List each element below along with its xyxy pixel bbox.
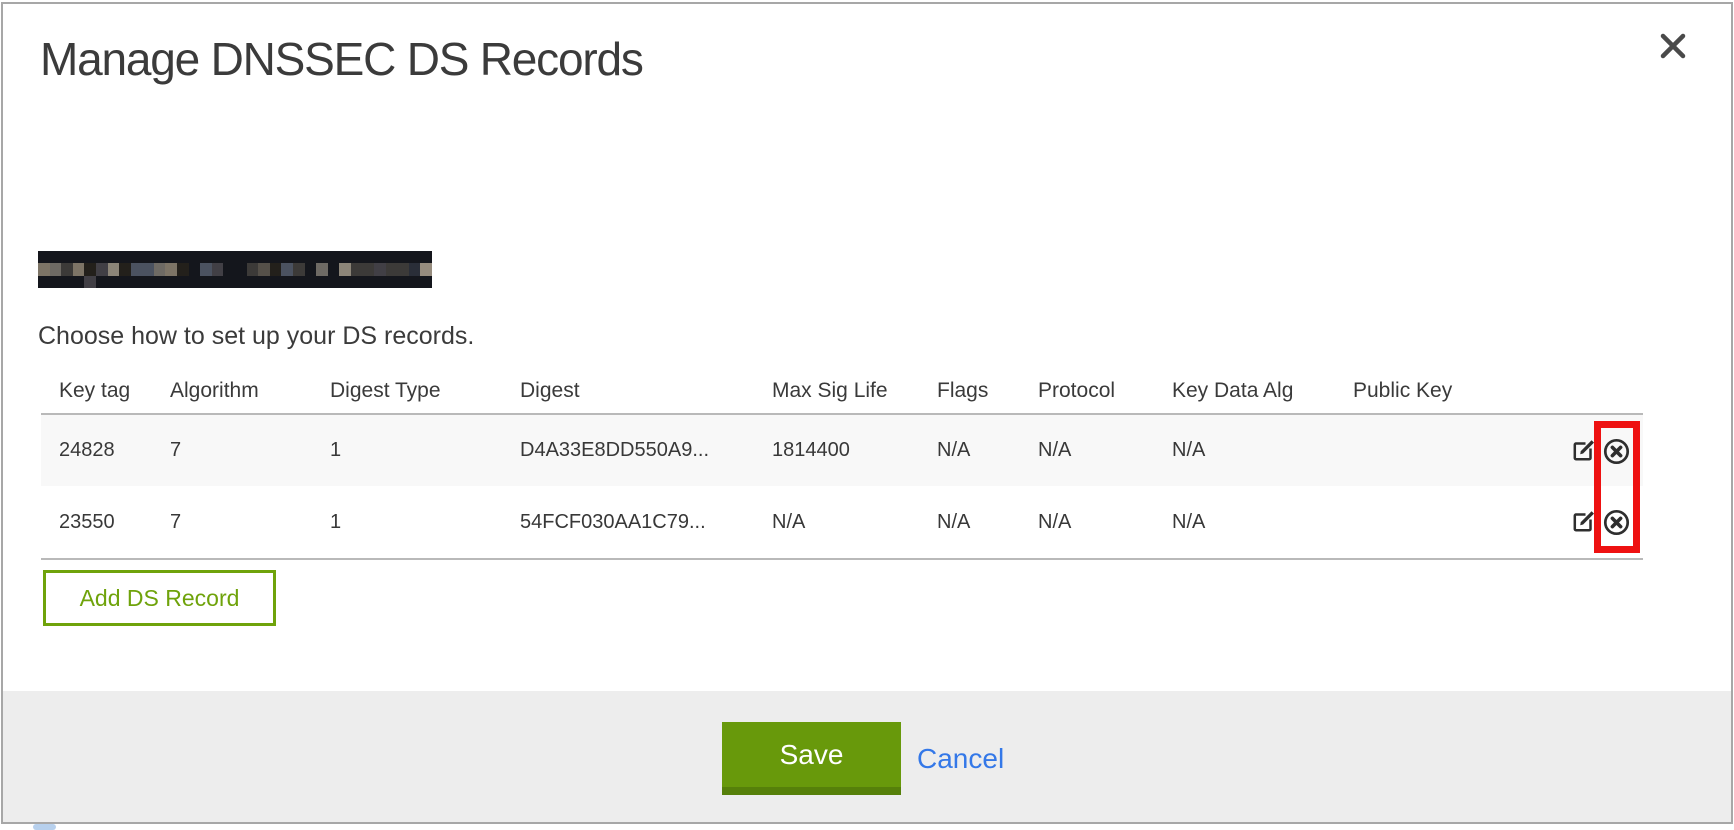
table-header-row: Key tag Algorithm Digest Type Digest Max… bbox=[41, 368, 1643, 415]
cell-digest-type: 1 bbox=[330, 415, 341, 486]
close-icon bbox=[1659, 32, 1687, 60]
setup-instruction-text: Choose how to set up your DS records. bbox=[38, 322, 474, 351]
delete-record-button[interactable] bbox=[1603, 438, 1629, 464]
column-header-protocol: Protocol bbox=[1038, 368, 1115, 413]
ds-records-table: Key tag Algorithm Digest Type Digest Max… bbox=[41, 368, 1643, 560]
cell-protocol: N/A bbox=[1038, 486, 1071, 558]
cell-key-data-alg: N/A bbox=[1172, 415, 1205, 486]
column-header-key-data-alg: Key Data Alg bbox=[1172, 368, 1293, 413]
delete-x-circle-icon bbox=[1603, 438, 1630, 465]
cell-key-data-alg: N/A bbox=[1172, 486, 1205, 558]
modal-title: Manage DNSSEC DS Records bbox=[40, 32, 643, 86]
cell-protocol: N/A bbox=[1038, 415, 1071, 486]
save-button[interactable]: Save bbox=[722, 722, 901, 795]
column-header-max-sig-life: Max Sig Life bbox=[772, 368, 888, 413]
cell-key-tag: 23550 bbox=[59, 486, 115, 558]
delete-record-button[interactable] bbox=[1603, 509, 1629, 535]
cell-flags: N/A bbox=[937, 486, 970, 558]
column-header-key-tag: Key tag bbox=[59, 368, 130, 413]
cell-digest: 54FCF030AA1C79... bbox=[520, 486, 706, 558]
delete-x-circle-icon bbox=[1603, 509, 1630, 536]
edit-record-button[interactable] bbox=[1570, 509, 1596, 535]
cell-key-tag: 24828 bbox=[59, 415, 115, 486]
redacted-domain-name bbox=[38, 251, 432, 288]
page-artifact bbox=[33, 824, 56, 830]
close-button[interactable] bbox=[1655, 28, 1691, 64]
cell-digest-type: 1 bbox=[330, 486, 341, 558]
add-ds-record-button[interactable]: Add DS Record bbox=[43, 570, 276, 626]
manage-dnssec-modal: Manage DNSSEC DS Records Choose how to s… bbox=[1, 2, 1733, 824]
modal-footer: Save Cancel bbox=[3, 691, 1731, 822]
column-header-digest: Digest bbox=[520, 368, 580, 413]
edit-pencil-icon bbox=[1571, 509, 1596, 534]
cell-digest: D4A33E8DD550A9... bbox=[520, 415, 709, 486]
edit-pencil-icon bbox=[1571, 438, 1596, 463]
ds-record-row-1: 24828 7 1 D4A33E8DD550A9... 1814400 N/A … bbox=[41, 415, 1643, 486]
cancel-link[interactable]: Cancel bbox=[917, 743, 1004, 775]
cell-algorithm: 7 bbox=[170, 486, 181, 558]
cell-max-sig-life: 1814400 bbox=[772, 415, 850, 486]
column-header-digest-type: Digest Type bbox=[330, 368, 441, 413]
ds-record-row-2: 23550 7 1 54FCF030AA1C79... N/A N/A N/A … bbox=[41, 486, 1643, 558]
column-header-algorithm: Algorithm bbox=[170, 368, 259, 413]
column-header-public-key: Public Key bbox=[1353, 368, 1452, 413]
cell-max-sig-life: N/A bbox=[772, 486, 805, 558]
column-header-flags: Flags bbox=[937, 368, 988, 413]
edit-record-button[interactable] bbox=[1570, 438, 1596, 464]
cell-flags: N/A bbox=[937, 415, 970, 486]
cell-algorithm: 7 bbox=[170, 415, 181, 486]
